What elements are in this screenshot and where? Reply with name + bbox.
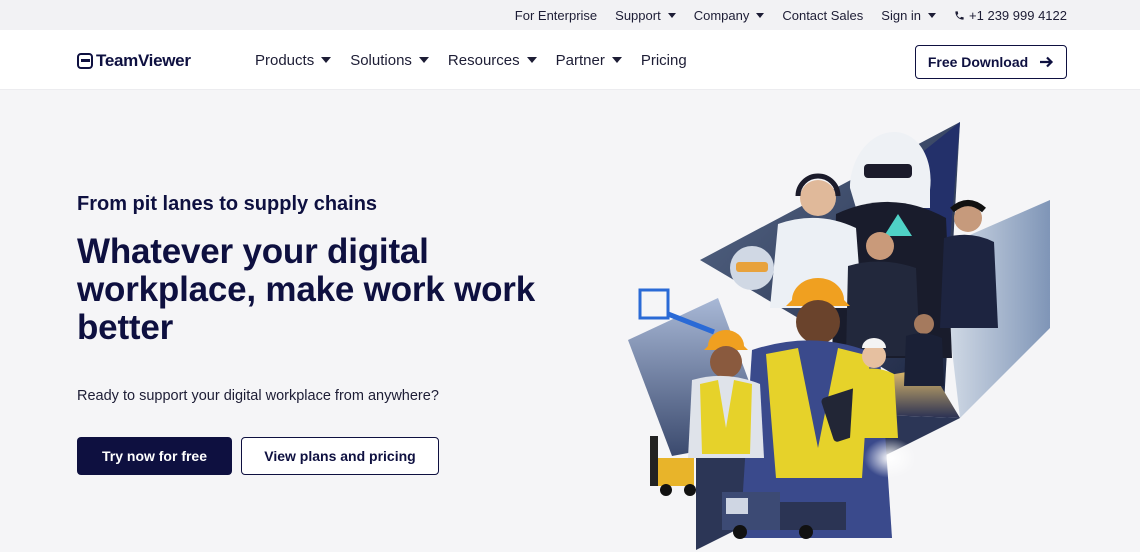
utility-link-company[interactable]: Company xyxy=(694,8,765,23)
caret-down-icon xyxy=(321,57,332,63)
teamviewer-logo[interactable]: TeamViewer xyxy=(77,51,191,71)
nav-item-products[interactable]: Products xyxy=(255,52,332,69)
nav-item-pricing[interactable]: Pricing xyxy=(641,52,687,69)
free-download-label: Free Download xyxy=(927,54,1029,70)
hero-eyebrow: From pit lanes to supply chains xyxy=(77,193,378,215)
try-free-button[interactable]: Try now for free xyxy=(77,437,232,475)
nav-item-solutions[interactable]: Solutions xyxy=(350,52,429,69)
light-glow xyxy=(864,438,916,478)
hero-headline: Whatever your digital workplace, make wo… xyxy=(77,232,535,347)
caret-down-icon xyxy=(756,12,765,18)
arrow-right-icon xyxy=(1040,56,1054,68)
utility-link-sign-in[interactable]: Sign in xyxy=(881,8,937,23)
utility-phone-link[interactable]: +1 239 999 4122 xyxy=(954,8,1067,23)
main-navigation: TeamViewer Products Solutions Resources … xyxy=(0,30,1140,90)
utility-link-support[interactable]: Support xyxy=(615,8,676,23)
utility-link-enterprise[interactable]: For Enterprise xyxy=(515,8,597,23)
nav-item-resources[interactable]: Resources xyxy=(448,52,537,69)
free-download-button[interactable]: Free Download xyxy=(915,45,1067,79)
utility-links: For Enterprise Support Company Contact S… xyxy=(497,0,1067,30)
hero-subtext: Ready to support your digital workplace … xyxy=(77,388,439,404)
view-pricing-button[interactable]: View plans and pricing xyxy=(241,437,439,475)
phone-icon xyxy=(955,10,964,20)
teamviewer-logo-icon xyxy=(77,53,93,69)
logo-text: TeamViewer xyxy=(96,51,191,70)
caret-down-icon xyxy=(667,12,676,18)
nav-item-partner[interactable]: Partner xyxy=(556,52,622,69)
caret-down-icon xyxy=(526,57,537,63)
utility-link-contact-sales[interactable]: Contact Sales xyxy=(782,8,863,23)
hero-collage-image xyxy=(628,122,1050,550)
caret-down-icon xyxy=(928,12,937,18)
caret-down-icon xyxy=(611,57,622,63)
hero-section: From pit lanes to supply chains Whatever… xyxy=(0,90,1140,552)
primary-nav-links: Products Solutions Resources Partner Pri… xyxy=(255,30,706,90)
pit-crew-helmet-figure xyxy=(730,246,774,290)
utility-bar: For Enterprise Support Company Contact S… xyxy=(0,0,1140,30)
caret-down-icon xyxy=(418,57,429,63)
